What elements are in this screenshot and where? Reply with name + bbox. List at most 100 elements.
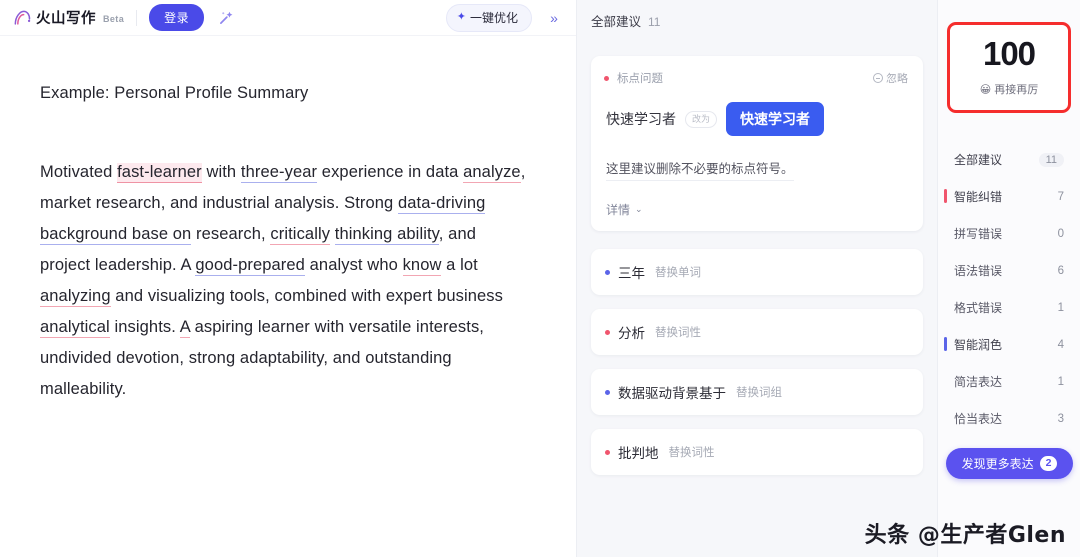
sparkle-icon: ✦ bbox=[456, 10, 466, 23]
category-row[interactable]: 智能润色 4 bbox=[938, 326, 1080, 363]
plain-text: and visualizing tools, combined with exp… bbox=[110, 287, 503, 305]
suggestion-row[interactable]: 三年 替换单词 bbox=[591, 249, 923, 295]
discover-label: 发现更多表达 bbox=[961, 457, 1034, 471]
apply-suggestion-button[interactable]: 快速学习者 bbox=[726, 102, 825, 136]
suggestion-rows: 三年 替换单词 分析 替换词性 数据驱动背景基于 替换词组 批判地 替换词性 bbox=[591, 249, 923, 475]
suggestion-row-action: 替换词性 bbox=[668, 447, 715, 459]
category-count: 0 bbox=[1057, 227, 1064, 240]
marked-text-blue[interactable]: good-prepared bbox=[195, 256, 305, 276]
score-box: 100 😀 再接再厉 bbox=[947, 22, 1071, 113]
suggestions-title: 全部建议 bbox=[591, 15, 642, 29]
category-count: 4 bbox=[1057, 338, 1064, 351]
change-to-pill: 改为 bbox=[685, 110, 718, 128]
suggestion-card-header: 标点问题 忽略 bbox=[604, 70, 908, 86]
suggestions-header: 全部建议 11 bbox=[577, 0, 937, 30]
magic-wand-icon[interactable] bbox=[214, 6, 238, 30]
replacement-row: 快速学习者 改为 快速学习者 bbox=[606, 102, 908, 136]
marked-text-red[interactable]: analytical bbox=[40, 318, 110, 338]
marked-text-red[interactable]: analyzing bbox=[40, 287, 111, 307]
category-label: 格式错误 bbox=[954, 301, 1003, 315]
severity-dot-icon bbox=[605, 449, 610, 455]
document-paragraph[interactable]: Motivated fast-learner with three-year e… bbox=[40, 157, 530, 405]
suggestion-description: 这里建议删除不必要的标点符号。 bbox=[606, 158, 794, 181]
marked-text-red[interactable]: A bbox=[179, 318, 190, 338]
volcano-logo-icon bbox=[14, 10, 31, 25]
category-label: 拼写错误 bbox=[954, 227, 1003, 241]
marked-text-blue[interactable]: three-year bbox=[240, 163, 318, 183]
suggestions-list: 标点问题 忽略 快速学习者 改为 快速学习者 这里建议删除不必要的标点符号。 详… bbox=[577, 30, 937, 557]
discover-count-badge: 2 bbox=[1039, 456, 1058, 471]
category-row[interactable]: 简洁表达 1 bbox=[938, 363, 1080, 400]
ignore-button[interactable]: 忽略 bbox=[873, 70, 908, 86]
category-label: 智能纠错 bbox=[954, 190, 1003, 204]
plain-text: a lot bbox=[441, 256, 478, 274]
category-row[interactable]: 语法错误 6 bbox=[938, 252, 1080, 289]
suggestions-count: 11 bbox=[648, 15, 661, 29]
chevron-down-icon: ⌄ bbox=[635, 204, 643, 214]
plain-text: analyst who bbox=[304, 256, 403, 274]
score-caption: 😀 再接再厉 bbox=[950, 81, 1068, 97]
suggestion-card-active[interactable]: 标点问题 忽略 快速学习者 改为 快速学习者 这里建议删除不必要的标点符号。 详… bbox=[591, 56, 923, 231]
one-click-optimize-button[interactable]: ✦ 一键优化 bbox=[445, 3, 532, 32]
severity-dot-icon bbox=[605, 389, 610, 395]
document-title: Example: Personal Profile Summary bbox=[40, 84, 309, 102]
category-marker-icon bbox=[944, 189, 947, 203]
category-row[interactable]: 智能纠错 7 bbox=[938, 178, 1080, 215]
editor-pane: 火山写作 Beta 登录 ✦ 一键优化 » Example: Personal … bbox=[0, 0, 577, 557]
category-row[interactable]: 恰当表达 3 bbox=[938, 400, 1080, 437]
plain-text: Motivated bbox=[40, 163, 118, 181]
suggestion-tag: 标点问题 bbox=[617, 73, 663, 85]
severity-dot-icon bbox=[604, 75, 609, 81]
category-count: 11 bbox=[1038, 152, 1064, 167]
original-word: 快速学习者 bbox=[606, 111, 676, 127]
category-count: 1 bbox=[1057, 375, 1064, 388]
suggestion-row-word: 三年 bbox=[618, 266, 645, 281]
suggestion-row[interactable]: 批判地 替换词性 bbox=[591, 429, 923, 475]
category-label: 智能润色 bbox=[954, 338, 1003, 352]
suggestion-row[interactable]: 数据驱动背景基于 替换词组 bbox=[591, 369, 923, 415]
category-count: 3 bbox=[1057, 412, 1064, 425]
suggestions-pane: 全部建议 11 标点问题 忽略 快速学习者 改为 快速学习者 这里建议删除不必要… bbox=[577, 0, 937, 557]
suggestion-row-action: 替换词组 bbox=[736, 387, 782, 399]
marked-text-red[interactable]: know bbox=[402, 256, 442, 276]
circle-minus-icon bbox=[873, 73, 883, 83]
category-label: 语法错误 bbox=[954, 264, 1003, 278]
category-row[interactable]: 全部建议 11 bbox=[938, 141, 1080, 178]
plain-text: with bbox=[201, 163, 241, 181]
category-label: 简洁表达 bbox=[954, 375, 1003, 389]
smiley-icon: 😀 bbox=[979, 83, 992, 96]
marked-text-red[interactable]: analyze bbox=[463, 163, 521, 183]
magic-wand-glyph bbox=[219, 11, 233, 24]
app-root: 火山写作 Beta 登录 ✦ 一键优化 » Example: Personal … bbox=[0, 0, 1080, 557]
score-caption-text: 再接再厉 bbox=[994, 84, 1039, 96]
suggestion-row-word: 批判地 bbox=[618, 446, 659, 461]
login-button[interactable]: 登录 bbox=[149, 4, 205, 31]
ignore-label: 忽略 bbox=[886, 73, 908, 85]
marked-text-red-highlight[interactable]: fast-learner bbox=[117, 163, 202, 183]
plain-text: insights. bbox=[109, 318, 180, 336]
marked-text-blue[interactable]: thinking ability bbox=[334, 225, 439, 245]
discover-more-button[interactable]: 发现更多表达 2 bbox=[946, 448, 1073, 479]
category-count: 6 bbox=[1057, 264, 1064, 277]
suggestion-row-action: 替换词性 bbox=[655, 327, 701, 339]
suggestion-row-word: 分析 bbox=[618, 326, 645, 341]
category-count: 7 bbox=[1057, 190, 1064, 203]
suggestion-detail-toggle[interactable]: 详情 ⌄ bbox=[606, 201, 908, 218]
category-row[interactable]: 拼写错误 0 bbox=[938, 215, 1080, 252]
category-marker-icon bbox=[944, 337, 947, 351]
score-value: 100 bbox=[978, 37, 1040, 71]
toolbar-divider bbox=[136, 9, 138, 26]
brand[interactable]: 火山写作 Beta bbox=[12, 7, 124, 28]
beta-badge: Beta bbox=[103, 14, 125, 24]
plain-text: research, bbox=[191, 225, 271, 243]
category-label: 全部建议 bbox=[954, 153, 1003, 167]
watermark: 头条 @生产者Glen bbox=[864, 523, 1066, 548]
category-list: 全部建议 11 智能纠错 7 拼写错误 0 语法错误 6 格式错误 1 智能润色 4 简洁表达 1 恰当表达… bbox=[938, 141, 1080, 437]
document-area[interactable]: Example: Personal Profile Summary Motiva… bbox=[0, 36, 576, 405]
plain-text: experience in data bbox=[317, 163, 464, 181]
marked-text-red[interactable]: critically bbox=[270, 225, 331, 245]
suggestion-row-word: 数据驱动背景基于 bbox=[618, 386, 726, 401]
collapse-panel-button[interactable]: » bbox=[542, 6, 566, 30]
category-row[interactable]: 格式错误 1 bbox=[938, 289, 1080, 326]
suggestion-row[interactable]: 分析 替换词性 bbox=[591, 309, 923, 355]
